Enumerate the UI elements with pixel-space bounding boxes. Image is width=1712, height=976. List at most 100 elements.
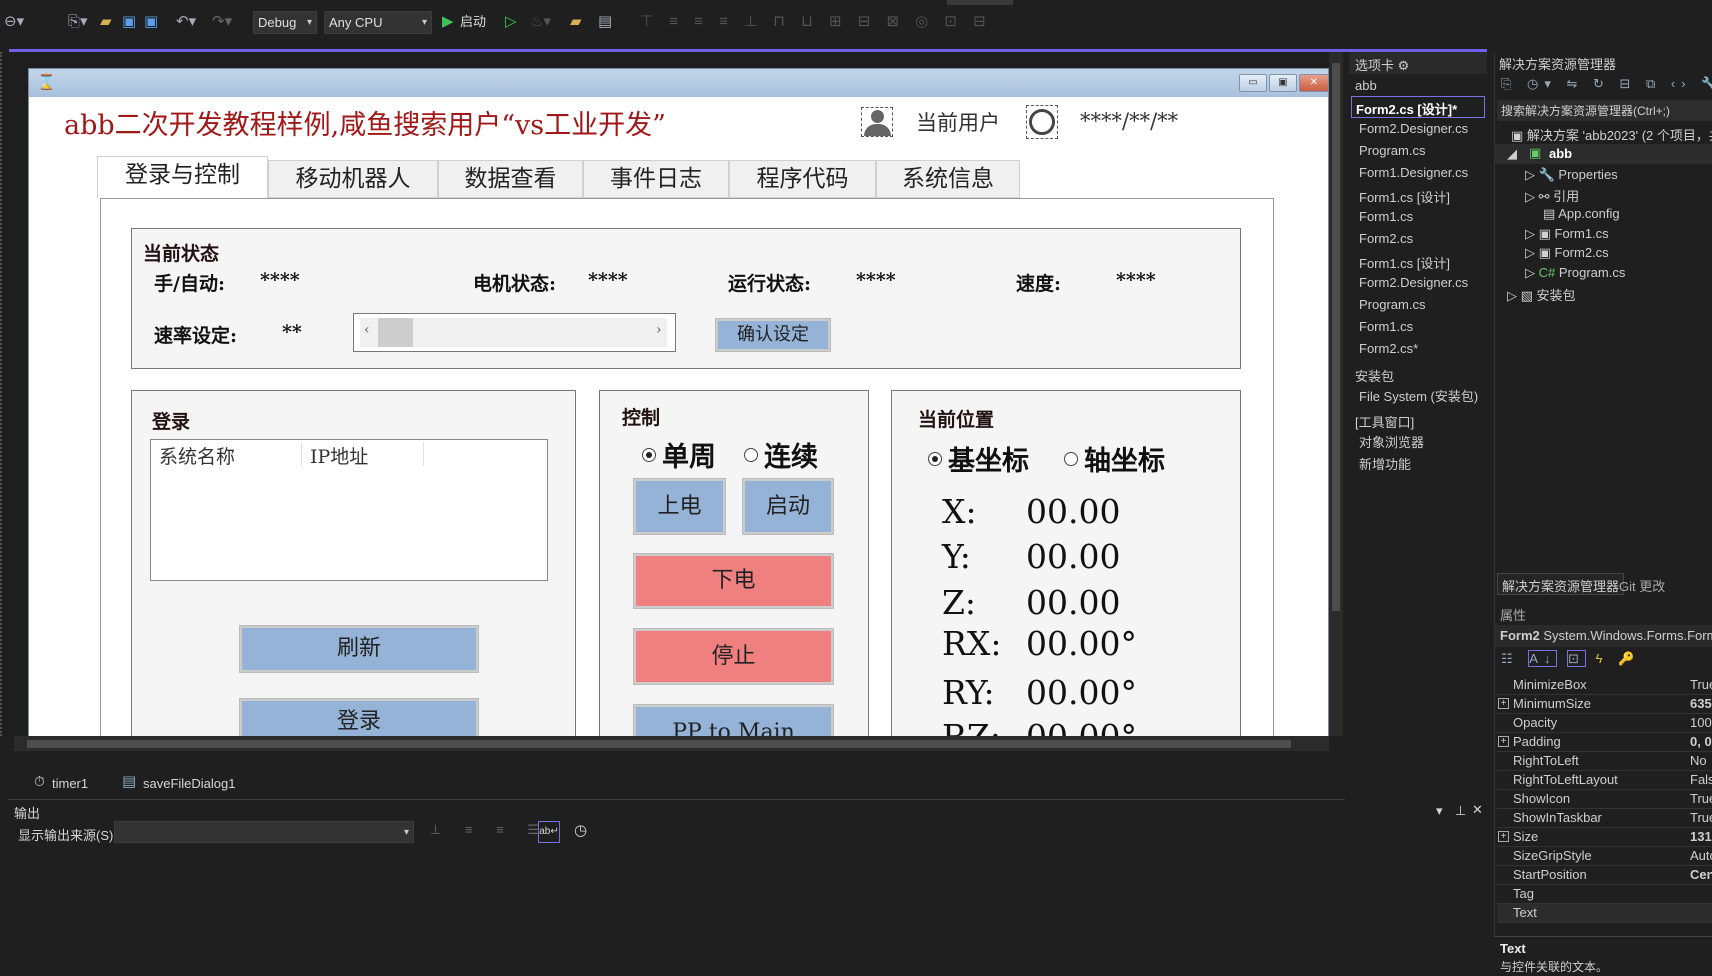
property-value[interactable]: 0, 0	[1690, 734, 1712, 749]
property-value[interactable]: True	[1690, 791, 1712, 806]
tree-node-form1[interactable]: ▷ ▣ Form1.cs	[1525, 226, 1609, 242]
solution-search-input[interactable]: 搜索解决方案资源管理器(Ctrl+;)	[1497, 100, 1712, 121]
new-project-icon[interactable]: ⎘▾	[68, 12, 88, 32]
toolbox-group-tool-windows[interactable]: [工具窗口]	[1355, 412, 1414, 431]
minimize-button[interactable]: ▭	[1239, 74, 1267, 92]
column-system-name[interactable]: 系统名称	[159, 442, 235, 469]
property-value[interactable]: No	[1690, 753, 1707, 768]
designer-horizontal-scrollbar[interactable]	[14, 736, 1329, 751]
tab-data-view[interactable]: 数据查看	[438, 160, 583, 198]
stop-button[interactable]: 停止	[633, 628, 834, 685]
property-value[interactable]: 100	[1690, 715, 1712, 730]
tab-login-control[interactable]: 登录与控制	[97, 156, 268, 199]
scroll-thumb[interactable]	[378, 318, 413, 347]
toolbox-item[interactable]: Form1.cs [设计]	[1359, 253, 1450, 272]
pin-icon[interactable]: ⊥	[1455, 803, 1466, 819]
toolbox-item[interactable]: Form2.cs*	[1359, 341, 1418, 356]
toolbox-item[interactable]: File System (安装包)	[1359, 386, 1478, 405]
toolbox-item[interactable]: Form1.cs	[1359, 319, 1413, 334]
project-node[interactable]: ◢ ▣ abb	[1495, 144, 1712, 164]
property-value[interactable]: Cen	[1690, 867, 1712, 882]
start-without-debug-icon[interactable]: ▷	[505, 12, 517, 32]
property-value[interactable]: 131	[1690, 829, 1712, 844]
savefiledialog1-component[interactable]: saveFileDialog1	[143, 776, 236, 791]
tab-event-log[interactable]: 事件日志	[583, 160, 729, 198]
property-row[interactable]: RightToLeft No	[1497, 752, 1712, 771]
close-icon[interactable]: ✕	[1472, 802, 1483, 818]
tree-node-properties[interactable]: ▷ 🔧 Properties	[1525, 167, 1618, 183]
solution-node[interactable]: ▣ 解决方案 'abb2023' (2 个项目，共	[1511, 125, 1712, 144]
base-coord-radio[interactable]: 基坐标	[928, 439, 1029, 478]
expand-icon[interactable]: +	[1498, 831, 1509, 842]
tab-program-code[interactable]: 程序代码	[729, 160, 876, 198]
solution-folder-icon[interactable]: ▰	[570, 12, 582, 32]
confirm-setting-button[interactable]: 确认设定	[715, 318, 831, 352]
tree-node-setup[interactable]: ▷ ▧ 安装包	[1507, 285, 1576, 304]
properties-object-select[interactable]: Form2 System.Windows.Forms.Form	[1495, 625, 1712, 647]
horizontal-scroll-thumb[interactable]	[27, 740, 1291, 748]
save-icon[interactable]: ▣	[122, 12, 136, 32]
toolbox-item[interactable]: Program.cs	[1359, 297, 1425, 312]
toolbox-item[interactable]: Form2.cs	[1359, 231, 1413, 246]
start-button[interactable]: 启动	[460, 12, 486, 32]
property-row[interactable]: Text	[1497, 904, 1712, 923]
property-value[interactable]: True	[1690, 810, 1712, 825]
start-button[interactable]: 启动	[742, 478, 834, 535]
property-row[interactable]: SizeGripStyle Auto	[1497, 847, 1712, 866]
expand-icon[interactable]: +	[1498, 698, 1509, 709]
redo-icon[interactable]: ↷▾	[212, 12, 232, 32]
tab-move-robot[interactable]: 移动机器人	[268, 160, 438, 198]
maximize-button[interactable]: ▣	[1269, 74, 1297, 92]
toolbox-item[interactable]: Program.cs	[1359, 143, 1425, 158]
property-row[interactable]: Tag	[1497, 885, 1712, 904]
tab-solution-explorer[interactable]: 解决方案资源管理器	[1497, 573, 1625, 595]
toolbox-item[interactable]: Form1.cs [设计]	[1359, 187, 1450, 206]
property-value[interactable]: Auto	[1690, 848, 1712, 863]
toolbox-item[interactable]: Form1.Designer.cs	[1359, 165, 1468, 180]
toolbox-item[interactable]: 对象浏览器	[1359, 432, 1424, 451]
mode-single-radio[interactable]: 单周	[642, 435, 716, 474]
mode-continuous-radio[interactable]: 连续	[744, 435, 818, 474]
property-row[interactable]: MinimizeBox True	[1497, 676, 1712, 695]
toolbox-item[interactable]: Form2.Designer.cs	[1359, 275, 1468, 290]
column-ip-address[interactable]: IP地址	[310, 442, 368, 469]
back-icon[interactable]: ⊖▾	[4, 12, 24, 32]
tree-node-form2[interactable]: ▷ ▣ Form2.cs	[1525, 245, 1609, 261]
word-wrap-icon[interactable]: ab↵	[538, 821, 560, 843]
properties-toolbar[interactable]: ☷ A↓ ⊡ ϟ 🔑	[1501, 650, 1640, 667]
property-row[interactable]: ShowIcon True	[1497, 790, 1712, 809]
property-row[interactable]: Opacity 100	[1497, 714, 1712, 733]
solution-toolbar[interactable]: ⎘ ◷▾ ⇋ ↻ ⊟ ⧉ ‹› 🔧	[1501, 76, 1712, 92]
property-row[interactable]: ShowInTaskbar True	[1497, 809, 1712, 828]
align-icons[interactable]: ⊤ ≡ ≡ ≡ ⊥ ⊓ ⊔ ⊞ ⊟ ⊠ ◎ ⊡ ⊟	[640, 12, 992, 32]
toolbox-item[interactable]: Form2.cs [设计]*	[1351, 96, 1485, 118]
save-all-icon[interactable]: ▣	[144, 12, 158, 32]
power-on-button[interactable]: 上电	[633, 478, 726, 535]
property-row[interactable]: + Padding 0, 0	[1497, 733, 1712, 752]
pp-to-main-button[interactable]: PP to Main	[633, 704, 834, 736]
expand-icon[interactable]: +	[1498, 736, 1509, 747]
property-value[interactable]: 635	[1690, 696, 1712, 711]
property-value[interactable]: False	[1690, 772, 1712, 787]
power-off-button[interactable]: 下电	[633, 553, 834, 609]
start-icon[interactable]: ▶	[442, 12, 454, 32]
property-row[interactable]: RightToLeftLayout False	[1497, 771, 1712, 790]
property-row[interactable]: + MinimumSize 635	[1497, 695, 1712, 714]
configuration-select[interactable]: Debug	[253, 11, 317, 34]
toolbox-group-setup[interactable]: 安装包	[1355, 366, 1394, 385]
tree-node-appconfig[interactable]: ▤ App.config	[1543, 206, 1620, 222]
tab-git-changes[interactable]: Git 更改	[1619, 576, 1665, 595]
dropdown-icon[interactable]: ▾	[1436, 803, 1443, 819]
scroll-right-arrow[interactable]: ›	[656, 322, 662, 338]
open-folder-icon[interactable]: ▰	[100, 12, 112, 32]
property-row[interactable]: + Size 131	[1497, 828, 1712, 847]
designer-vertical-scrollbar[interactable]	[1329, 52, 1343, 736]
toolbox-group-abb[interactable]: abb	[1355, 78, 1377, 93]
scroll-left-arrow[interactable]: ‹	[364, 322, 370, 338]
output-source-select[interactable]	[114, 821, 414, 843]
toolbox-item[interactable]: 新增功能	[1359, 454, 1411, 473]
system-list[interactable]: 系统名称 IP地址	[150, 439, 548, 581]
property-value[interactable]: True	[1690, 677, 1712, 692]
clock-icon[interactable]: ◷	[574, 821, 587, 839]
close-button[interactable]: ✕	[1299, 74, 1328, 92]
